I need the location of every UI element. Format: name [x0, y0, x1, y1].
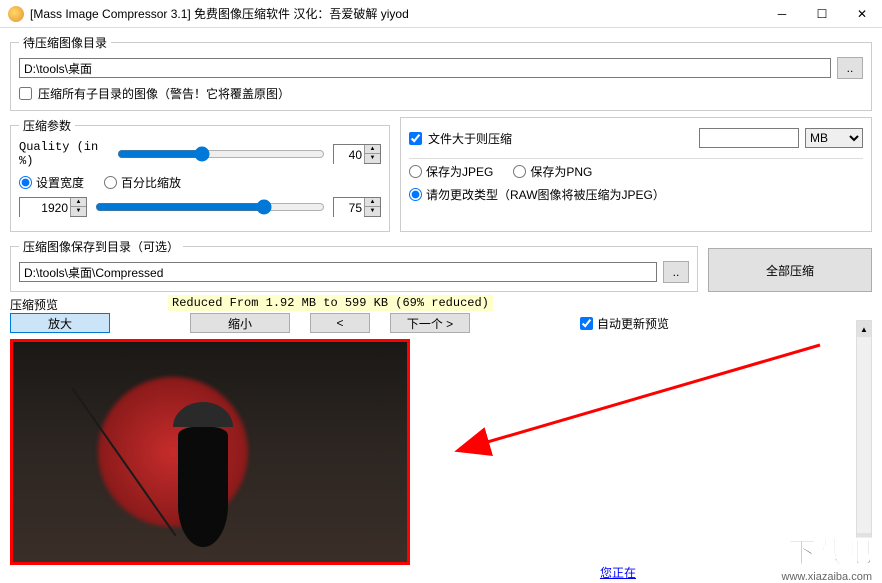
width-spin-up[interactable]: ▲ [70, 198, 86, 207]
titlebar: [Mass Image Compressor 3.1] 免费图像压缩软件 汉化：… [0, 0, 882, 28]
source-dir-legend: 待压缩图像目录 [19, 34, 111, 51]
source-dir-group: 待压缩图像目录 .. 压缩所有子目录的图像（警告！它将覆盖原图） [10, 34, 872, 111]
width-radio-label: 设置宽度 [36, 174, 84, 191]
keep-radio[interactable] [409, 188, 422, 201]
percent-spin-up[interactable]: ▲ [364, 198, 380, 207]
percent-radio[interactable] [104, 176, 117, 189]
app-icon [8, 6, 24, 22]
percent-spin-down[interactable]: ▼ [364, 207, 380, 216]
compress-all-button[interactable]: 全部压缩 [708, 248, 872, 292]
output-dir-legend: 压缩图像保存到目录（可选） [19, 238, 183, 255]
preview-image-frame [10, 339, 410, 565]
keep-radio-label: 请勿更改类型（RAW图像将被压缩为JPEG） [426, 186, 665, 203]
minimize-button[interactable]: ─ [762, 0, 802, 28]
next-image-button[interactable]: 下一个 > [390, 313, 470, 333]
compress-params-group: 压缩参数 Quality (in %) ▲▼ 设置宽度 百分比缩放 [10, 117, 390, 232]
width-radio[interactable] [19, 176, 32, 189]
output-dir-group: 压缩图像保存到目录（可选） .. [10, 238, 698, 292]
quality-spinner[interactable]: ▲▼ [333, 144, 381, 164]
close-button[interactable]: ✕ [842, 0, 882, 28]
quality-spin-down[interactable]: ▼ [364, 154, 380, 163]
percent-radio-label: 百分比缩放 [121, 174, 181, 191]
source-browse-button[interactable]: .. [837, 57, 863, 79]
filesize-threshold-label: 文件大于则压缩 [428, 130, 512, 147]
auto-preview-item[interactable]: 自动更新预览 [580, 315, 669, 332]
preview-image [13, 342, 407, 562]
width-spinner[interactable]: ▲▼ [19, 197, 87, 217]
window-title: [Mass Image Compressor 3.1] 免费图像压缩软件 汉化：… [30, 5, 762, 22]
quality-value-input[interactable] [334, 145, 364, 165]
jpeg-radio-label: 保存为JPEG [426, 163, 493, 180]
percent-value-input[interactable] [334, 198, 364, 218]
filesize-threshold-checkbox[interactable] [409, 132, 422, 145]
source-dir-input[interactable] [19, 58, 831, 78]
watermark-url: www.xiazaiba.com [782, 571, 872, 583]
compress-subdirs-checkbox[interactable] [19, 87, 32, 100]
scroll-up-arrow[interactable]: ▲ [857, 321, 871, 337]
auto-preview-label: 自动更新预览 [597, 315, 669, 332]
maximize-button[interactable]: ☐ [802, 0, 842, 28]
percent-slider[interactable] [95, 199, 325, 215]
preview-info-text: Reduced From 1.92 MB to 599 KB (69% redu… [168, 295, 493, 311]
quality-slider[interactable] [117, 146, 325, 162]
filesize-unit-select[interactable]: MB [805, 128, 863, 148]
watermark: 下载吧 www.xiazaiba.com [782, 531, 872, 583]
zoom-in-button[interactable]: 放大 [10, 313, 110, 333]
output-options-group: 文件大于则压缩 MB 保存为JPEG 保存为PNG [400, 117, 872, 232]
output-browse-button[interactable]: .. [663, 261, 689, 283]
jpeg-radio-item[interactable]: 保存为JPEG [409, 163, 493, 180]
png-radio-label: 保存为PNG [530, 163, 592, 180]
compress-params-legend: 压缩参数 [19, 117, 75, 134]
preview-samurai [168, 402, 238, 552]
percent-spinner[interactable]: ▲▼ [333, 197, 381, 217]
auto-preview-checkbox[interactable] [580, 317, 593, 330]
quality-label: Quality (in %) [19, 140, 109, 168]
png-radio[interactable] [513, 165, 526, 178]
zoom-out-button[interactable]: 缩小 [190, 313, 290, 333]
window-controls: ─ ☐ ✕ [762, 0, 882, 28]
width-spin-down[interactable]: ▼ [70, 207, 86, 216]
width-value-input[interactable] [20, 198, 70, 218]
jpeg-radio[interactable] [409, 165, 422, 178]
vertical-scrollbar[interactable]: ▲ ▼ [856, 320, 872, 550]
watermark-logo: 下载吧 [788, 531, 872, 571]
keep-radio-item[interactable]: 请勿更改类型（RAW图像将被压缩为JPEG） [409, 186, 665, 203]
output-dir-input[interactable] [19, 262, 657, 282]
percent-radio-item[interactable]: 百分比缩放 [104, 174, 181, 191]
preview-group: 压缩预览 Reduced From 1.92 MB to 599 KB (69%… [10, 292, 872, 569]
quality-spin-up[interactable]: ▲ [364, 145, 380, 154]
preview-legend: 压缩预览 [10, 296, 58, 313]
png-radio-item[interactable]: 保存为PNG [513, 163, 592, 180]
prev-image-button[interactable]: < [310, 313, 370, 333]
filesize-value-input[interactable] [699, 128, 799, 148]
width-radio-item[interactable]: 设置宽度 [19, 174, 84, 191]
footer-status-link[interactable]: 您正在 [600, 564, 636, 581]
compress-subdirs-label: 压缩所有子目录的图像（警告！它将覆盖原图） [38, 85, 290, 102]
